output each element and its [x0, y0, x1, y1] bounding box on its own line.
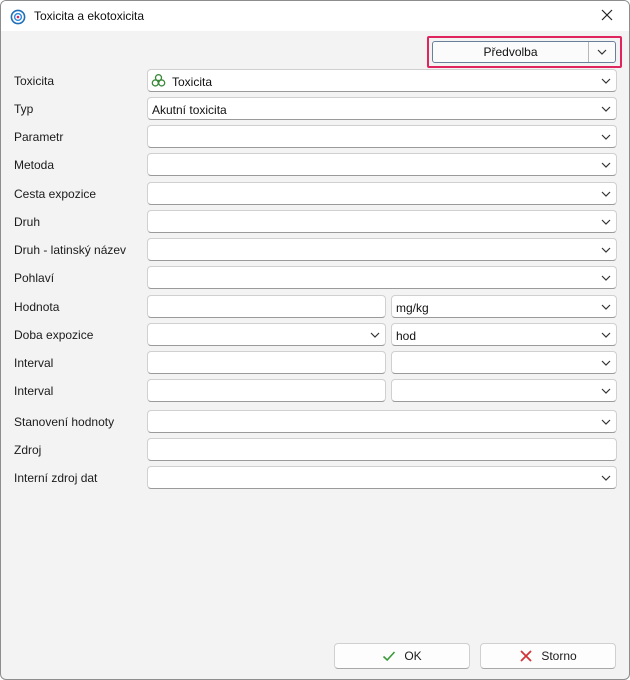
- value-unit-select[interactable]: mg/kg: [391, 295, 617, 318]
- type-value: Akutní toxicita: [152, 103, 227, 117]
- chevron-down-icon: [601, 160, 611, 170]
- chevron-down-icon: [601, 417, 611, 427]
- row-type: Typ Akutní toxicita: [1, 97, 629, 121]
- chevron-down-icon: [601, 330, 611, 340]
- value-unit-text: mg/kg: [396, 301, 429, 315]
- sex-select[interactable]: [147, 266, 617, 289]
- row-species: Druh: [1, 210, 629, 234]
- ok-button[interactable]: OK: [334, 643, 470, 669]
- exposure-route-label: Cesta expozice: [14, 187, 97, 201]
- toxicity-type-select[interactable]: Toxicita: [147, 69, 617, 92]
- cancel-button[interactable]: Storno: [480, 643, 616, 669]
- species-latin-label: Druh - latinský název: [14, 243, 127, 257]
- preset-dropdown[interactable]: Předvolba: [432, 41, 616, 63]
- row-value: Hodnota mg/kg: [1, 295, 629, 319]
- ok-button-label: OK: [404, 649, 422, 663]
- window-title: Toxicita a ekotoxicita: [34, 9, 145, 23]
- row-internal-source: Interní zdroj dat: [1, 466, 629, 490]
- chevron-down-icon: [601, 386, 611, 396]
- chevron-down-icon: [601, 132, 611, 142]
- chevron-down-icon: [601, 473, 611, 483]
- exposure-route-select[interactable]: [147, 182, 617, 205]
- chevron-down-icon: [601, 217, 611, 227]
- row-sex: Pohlaví: [1, 266, 629, 290]
- sex-label: Pohlaví: [14, 271, 55, 285]
- row-exposure-duration: Doba expozice hod: [1, 323, 629, 347]
- title-bar: Toxicita a ekotoxicita: [1, 1, 629, 31]
- source-label: Zdroj: [14, 443, 42, 457]
- value-label: Hodnota: [14, 300, 60, 314]
- species-select[interactable]: [147, 210, 617, 233]
- exposure-duration-unit-select[interactable]: hod: [391, 323, 617, 346]
- interval-1-unit-select[interactable]: [391, 351, 617, 374]
- exposure-duration-select[interactable]: [147, 323, 386, 346]
- interval-1-input[interactable]: [147, 351, 386, 374]
- row-parameter: Parametr: [1, 125, 629, 149]
- internal-source-select[interactable]: [147, 466, 617, 489]
- exposure-duration-unit-text: hod: [396, 329, 417, 343]
- biohazard-icon: [151, 73, 166, 88]
- dialog-window: Toxicita a ekotoxicita Předvolba Toxicit…: [0, 0, 630, 680]
- chevron-down-icon: [601, 245, 611, 255]
- chevron-down-icon: [601, 358, 611, 368]
- checkmark-icon: [382, 649, 396, 663]
- internal-source-label: Interní zdroj dat: [14, 471, 98, 485]
- target-icon: [10, 9, 26, 25]
- row-interval-1: Interval: [1, 351, 629, 375]
- type-select[interactable]: Akutní toxicita: [147, 97, 617, 120]
- row-interval-2: Interval: [1, 379, 629, 403]
- parameter-select[interactable]: [147, 125, 617, 148]
- value-determination-label: Stanovení hodnoty: [14, 415, 115, 429]
- chevron-down-icon: [601, 302, 611, 312]
- interval-2-label: Interval: [14, 384, 54, 398]
- method-select[interactable]: [147, 153, 617, 176]
- exposure-duration-label: Doba expozice: [14, 328, 94, 342]
- type-label: Typ: [14, 102, 34, 116]
- close-icon: [601, 9, 613, 24]
- chevron-down-icon: [370, 330, 380, 340]
- interval-1-label: Interval: [14, 356, 54, 370]
- chevron-down-icon: [601, 273, 611, 283]
- row-source: Zdroj: [1, 438, 629, 462]
- row-value-determination: Stanovení hodnoty: [1, 410, 629, 434]
- chevron-down-icon: [601, 76, 611, 86]
- toxicity-type-label: Toxicita: [14, 74, 55, 88]
- chevron-down-icon: [601, 104, 611, 114]
- close-button[interactable]: [585, 1, 629, 31]
- cancel-button-label: Storno: [541, 649, 577, 663]
- row-method: Metoda: [1, 153, 629, 177]
- value-input[interactable]: [147, 295, 386, 318]
- row-species-latin: Druh - latinský název: [1, 238, 629, 262]
- species-latin-select[interactable]: [147, 238, 617, 261]
- source-input[interactable]: [147, 438, 617, 461]
- chevron-down-icon: [601, 189, 611, 199]
- interval-2-input[interactable]: [147, 379, 386, 402]
- species-label: Druh: [14, 215, 41, 229]
- preset-label: Předvolba: [483, 45, 538, 59]
- value-determination-select[interactable]: [147, 410, 617, 433]
- interval-2-unit-select[interactable]: [391, 379, 617, 402]
- row-toxicity-type: Toxicita Toxicita: [1, 69, 629, 93]
- cross-icon: [519, 649, 533, 663]
- row-exposure-route: Cesta expozice: [1, 182, 629, 206]
- chevron-down-icon[interactable]: [589, 42, 615, 62]
- parameter-label: Parametr: [14, 130, 64, 144]
- toxicity-type-value: Toxicita: [172, 75, 213, 89]
- method-label: Metoda: [14, 158, 55, 172]
